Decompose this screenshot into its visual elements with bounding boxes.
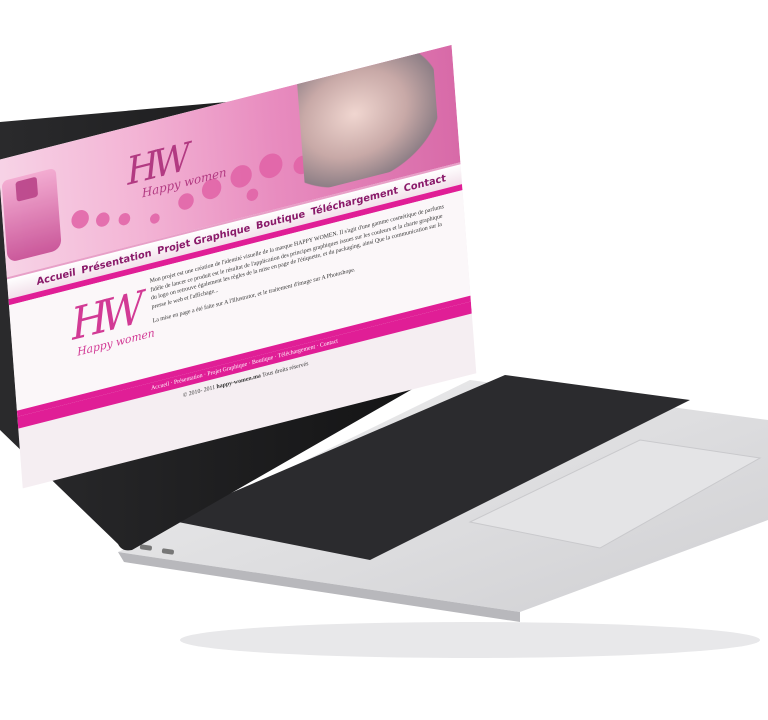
content-logo: HW Happy women [70, 279, 156, 359]
shadow [180, 622, 760, 658]
copyright-prefix: © 2010- 2011 [182, 384, 217, 399]
scene: HW Happy women Accueil Présentation Proj… [0, 0, 768, 720]
perfume-bottle-image [1, 167, 62, 263]
